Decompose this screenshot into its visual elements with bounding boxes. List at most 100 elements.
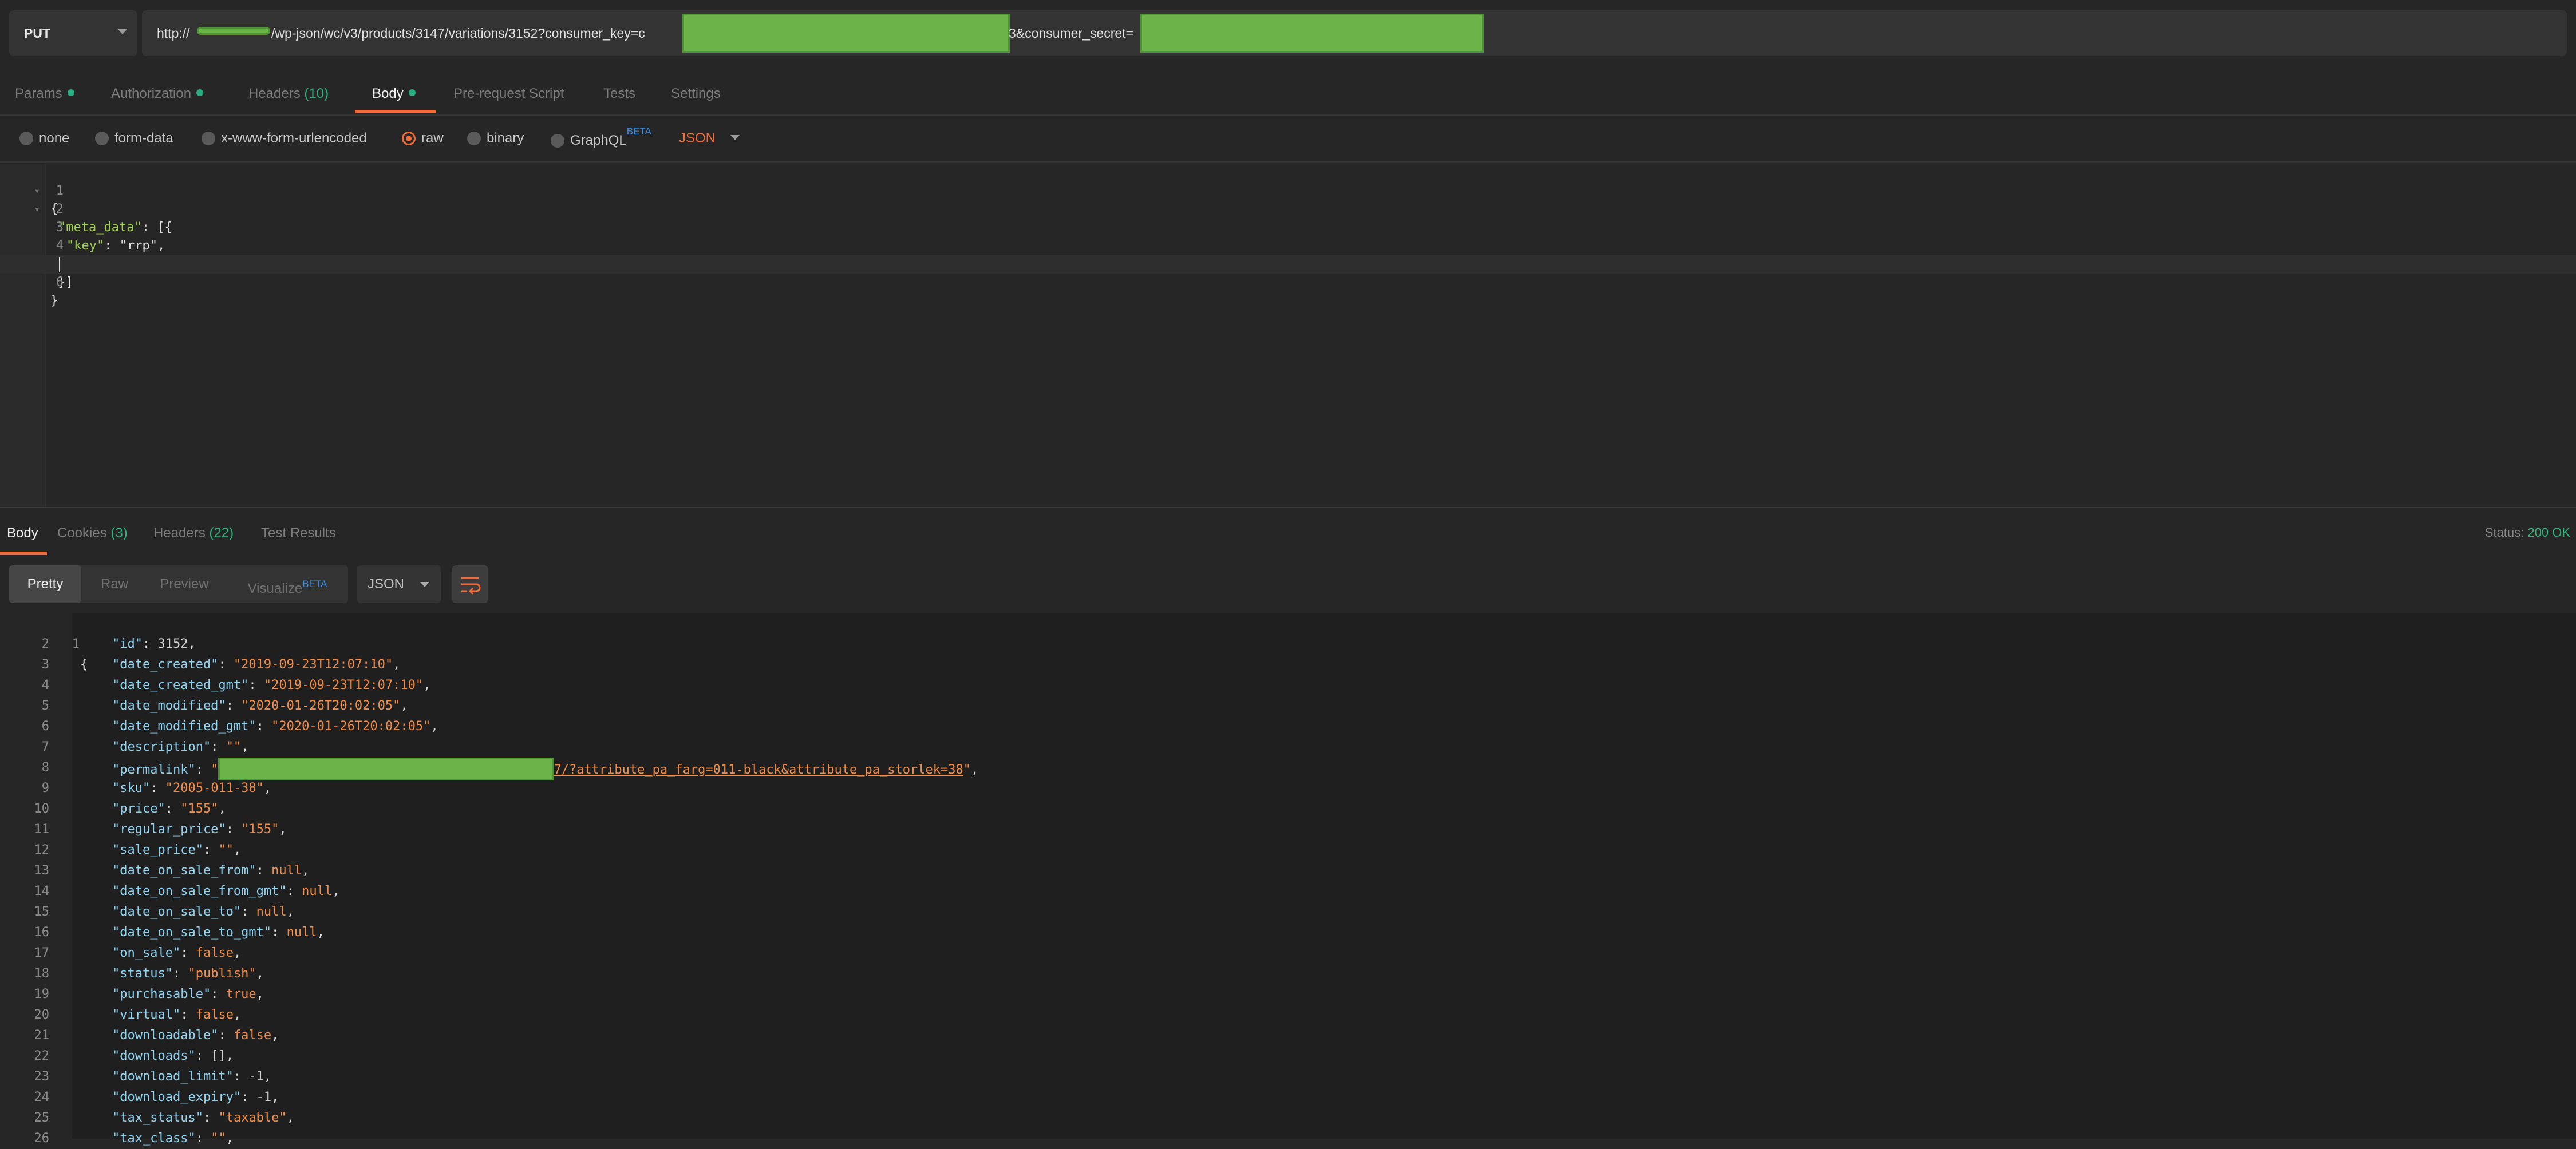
body-format-label: JSON [679,130,716,146]
view-raw-label: Raw [100,576,128,592]
radio-button[interactable] [19,132,33,145]
json-key: "downloadable" [112,1028,219,1043]
code-text: } [50,294,58,308]
radio-binary[interactable]: binary [467,130,524,146]
status-dot [196,89,204,96]
request-bar: PUT http:// /wp-json/wc/v3/products/3147… [0,0,2576,67]
method-select[interactable]: PUT [9,10,137,56]
json-key: "price" [112,802,165,816]
json-value: "2020-01-26T20:02:05" [241,699,401,713]
view-mode-group: Pretty Raw Preview VisualizeBETA [9,565,348,603]
json-value: "2019-09-23T12:07:10" [263,678,424,692]
fold-arrow-icon[interactable]: ▾ [34,182,40,200]
radio-button[interactable] [202,132,215,145]
json-key: "status" [112,966,173,981]
request-body-editor[interactable]: 1 ▾ { 2 ▾ "meta_data": [{ 3 "key": "rrp", … [0,164,2576,507]
tab-test-results-label: Test Results [261,525,336,541]
json-value: "155" [241,822,279,837]
json-value: 3152 [157,637,188,651]
radio-button[interactable] [551,134,564,148]
json-key: "date_modified_gmt" [112,719,256,734]
chevron-down-icon [118,29,127,34]
json-key: "date_created" [112,657,219,672]
json-value: false [233,1028,272,1043]
url-input[interactable]: http:// /wp-json/wc/v3/products/3147/var… [142,10,2567,56]
json-key: "download_expiry" [112,1090,242,1104]
json-key: "download_limit" [112,1069,234,1084]
url-query: 3&consumer_secret= [1009,26,1133,41]
wrap-lines-button[interactable] [452,565,488,603]
response-format-select[interactable]: JSON [357,565,441,603]
radio-graphql-label: GraphQL [570,133,627,148]
tab-authorization[interactable]: Authorization [111,86,204,102]
redacted-consumer-key [682,14,1010,53]
radio-button[interactable] [467,132,481,145]
line-number: 5 [41,699,49,713]
json-key: "permalink" [112,763,196,777]
view-preview-label: Preview [160,576,209,592]
response-body-viewer[interactable]: 1 { 2 "id": 3152, 3 "date_created": "2019-0… [9,613,2576,1146]
tab-body[interactable]: Body [372,86,416,102]
tab-cookies[interactable]: Cookies (3) [57,525,128,541]
json-value: [] [211,1049,226,1063]
tab-response-body[interactable]: Body [7,525,38,541]
line-number: 4 [41,678,49,692]
tab-tests-label: Tests [603,86,636,101]
view-visualize-button[interactable]: VisualizeBETA [230,565,345,603]
tab-headers-label: Headers [248,86,301,101]
radio-raw[interactable]: raw [402,130,444,146]
json-key: "date_on_sale_from_gmt" [112,884,287,898]
radio-form-data[interactable]: form-data [95,130,173,146]
response-tabs: Body Cookies (3) Headers (22) Test Resul… [0,508,2576,555]
line-number: 6 [41,719,49,734]
redacted-permalink-host [218,758,554,780]
radio-button[interactable] [95,132,109,145]
tab-tests[interactable]: Tests [603,86,635,102]
line-number: 10 [34,802,50,816]
json-key: "downloads" [112,1049,196,1063]
status-value[interactable]: 200 OK [2527,525,2570,540]
json-key: "on_sale" [112,946,181,960]
radio-none[interactable]: none [19,130,69,146]
tab-pre-request-script[interactable]: Pre-request Script [453,86,564,102]
code-text: : [{ [141,220,172,235]
code-text: { [80,657,88,672]
view-raw-button[interactable]: Raw [81,565,148,603]
radio-graphql[interactable]: GraphQLBETA [551,126,651,149]
tab-test-results[interactable]: Test Results [261,525,336,541]
response-format-label: JSON [368,576,405,592]
code-line-active: 6 } [0,255,2576,308]
line-number: 3 [56,220,64,235]
body-format-select[interactable]: JSON [679,130,740,146]
code-line: 3 "key": "rrp", [0,200,165,253]
radio-urlencoded[interactable]: x-www-form-urlencoded [202,130,367,146]
tab-body-label: Body [372,86,404,101]
view-preview-button[interactable]: Preview [148,565,221,603]
view-pretty-button[interactable]: Pretty [9,565,81,603]
json-value: "publish" [188,966,256,981]
json-value: "2019-09-23T12:07:10" [233,657,393,672]
radio-button-selected[interactable] [402,132,416,145]
tab-settings[interactable]: Settings [671,86,721,102]
line-number: 6 [56,275,64,290]
tab-headers[interactable]: Headers (10) [248,86,329,102]
permalink-link[interactable]: 7/?attribute_pa_farg=011-black&attribute… [554,763,963,777]
url-scheme: http:// [157,26,190,41]
tab-params[interactable]: Params [15,86,74,102]
code-line: 1 { [9,613,88,672]
radio-urlencoded-label: x-www-form-urlencoded [221,130,367,146]
line-number: 24 [34,1090,50,1104]
line-number: 14 [34,884,50,898]
json-value: "" [226,740,242,754]
line-number: 4 [56,239,64,253]
line-number: 12 [34,843,50,857]
json-value: "taxable" [218,1111,287,1125]
fold-arrow-icon[interactable]: ▾ [34,200,40,219]
line-number: 3 [41,657,49,672]
method-label: PUT [24,26,50,41]
json-value: null [286,925,317,940]
json-key: "description" [112,740,211,754]
json-key: "meta_data" [58,220,142,235]
tab-response-headers-label: Headers [153,525,206,541]
tab-response-headers[interactable]: Headers (22) [153,525,234,541]
